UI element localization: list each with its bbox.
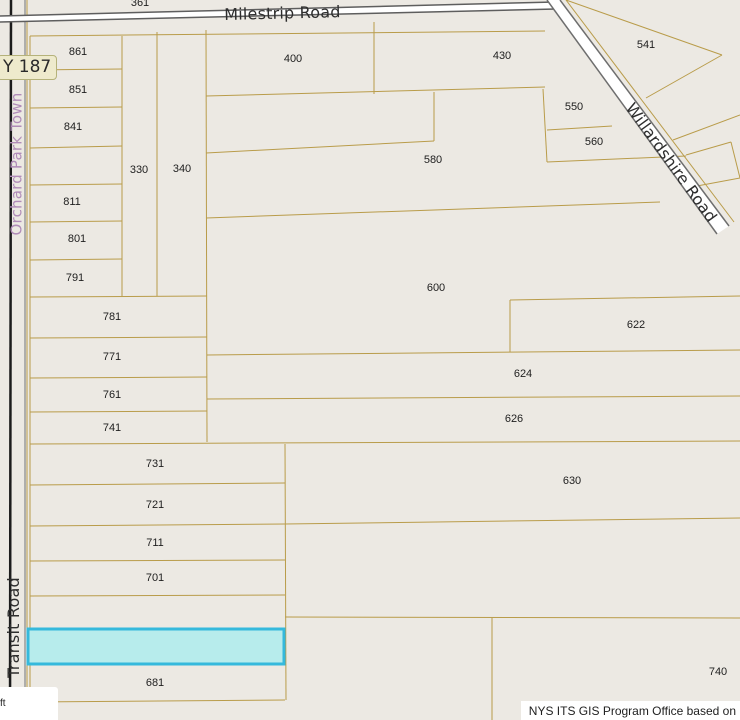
parcel-line [29,220,123,223]
parcel-line [206,395,740,400]
parcel-label-681: 681 [145,677,165,689]
parcel-line [29,376,208,379]
parcel-label-861: 861 [68,46,88,58]
parcel-line [685,141,732,156]
milestrip-road-label: Milestrip Road [224,2,341,24]
parcel-label-400: 400 [283,53,303,65]
parcel-line [546,125,613,131]
parcel-label-841: 841 [63,121,83,133]
parcel-label-801: 801 [67,233,87,245]
parcel-label-624: 624 [513,368,533,380]
transit-road-label: Transit Road [3,577,23,678]
selected-parcel-highlight[interactable] [26,627,286,666]
parcel-line [205,86,546,97]
parcel-label-622: 622 [626,319,646,331]
parcel-label-600: 600 [426,282,446,294]
parcel-label-541: 541 [636,39,656,51]
parcel-label-630: 630 [562,475,582,487]
parcel-line [29,482,286,486]
parcel-label-430: 430 [492,50,512,62]
scale-bar: ft [0,687,58,720]
orchard-park-town-label: Orchard Park Town [7,92,26,236]
parcel-label-330: 330 [129,164,149,176]
parcel-line [205,29,208,443]
parcel-label-851: 851 [68,84,88,96]
parcel-label-771: 771 [102,351,122,363]
parcel-line [29,559,286,562]
parcel-label-340: 340 [172,163,192,175]
parcel-line [730,141,740,179]
parcel-label-361: 361 [130,0,150,9]
parcel-label-626: 626 [504,413,524,425]
parcel-line [205,201,661,219]
parcel-line [29,699,286,703]
parcel-line [205,140,435,154]
parcel-label-560: 560 [584,136,604,148]
map-attribution: NYS ITS GIS Program Office based on [520,701,740,720]
parcel-label-791: 791 [65,272,85,284]
parcel-map[interactable]: Milestrip Road Willardshire Road Transit… [0,0,740,720]
parcel-label-761: 761 [102,389,122,401]
parcel-line [284,517,740,525]
parcel-label-740: 740 [708,666,728,678]
parcel-label-711: 711 [146,537,164,549]
parcel-line [509,295,740,301]
route-187-shield: Y 187 [0,55,58,80]
parcel-line [29,336,208,339]
parcel-line [29,258,123,261]
parcel-label-741: 741 [102,422,122,434]
north-parcel-line [29,30,546,37]
parcel-line [29,440,740,445]
parcel-label-721: 721 [145,499,165,511]
parcel-line [29,410,208,413]
parcel-label-550: 550 [564,101,584,113]
parcel-line [284,616,740,619]
parcel-line [645,54,723,99]
parcel-label-580: 580 [423,154,443,166]
parcel-label-781: 781 [102,311,122,323]
scale-unit-label: ft [0,698,6,709]
parcel-line [29,145,123,149]
parcel-line [29,183,123,186]
parcel-label-701: 701 [145,572,165,584]
parcel-line [542,88,548,163]
parcel-line [29,594,286,597]
parcel-line [29,106,123,109]
parcel-line [29,523,286,527]
parcel-line [206,349,740,356]
parcel-label-811: 811 [63,196,81,208]
parcel-line [29,295,208,298]
parcel-line [672,114,740,141]
parcel-label-731: 731 [145,458,165,470]
